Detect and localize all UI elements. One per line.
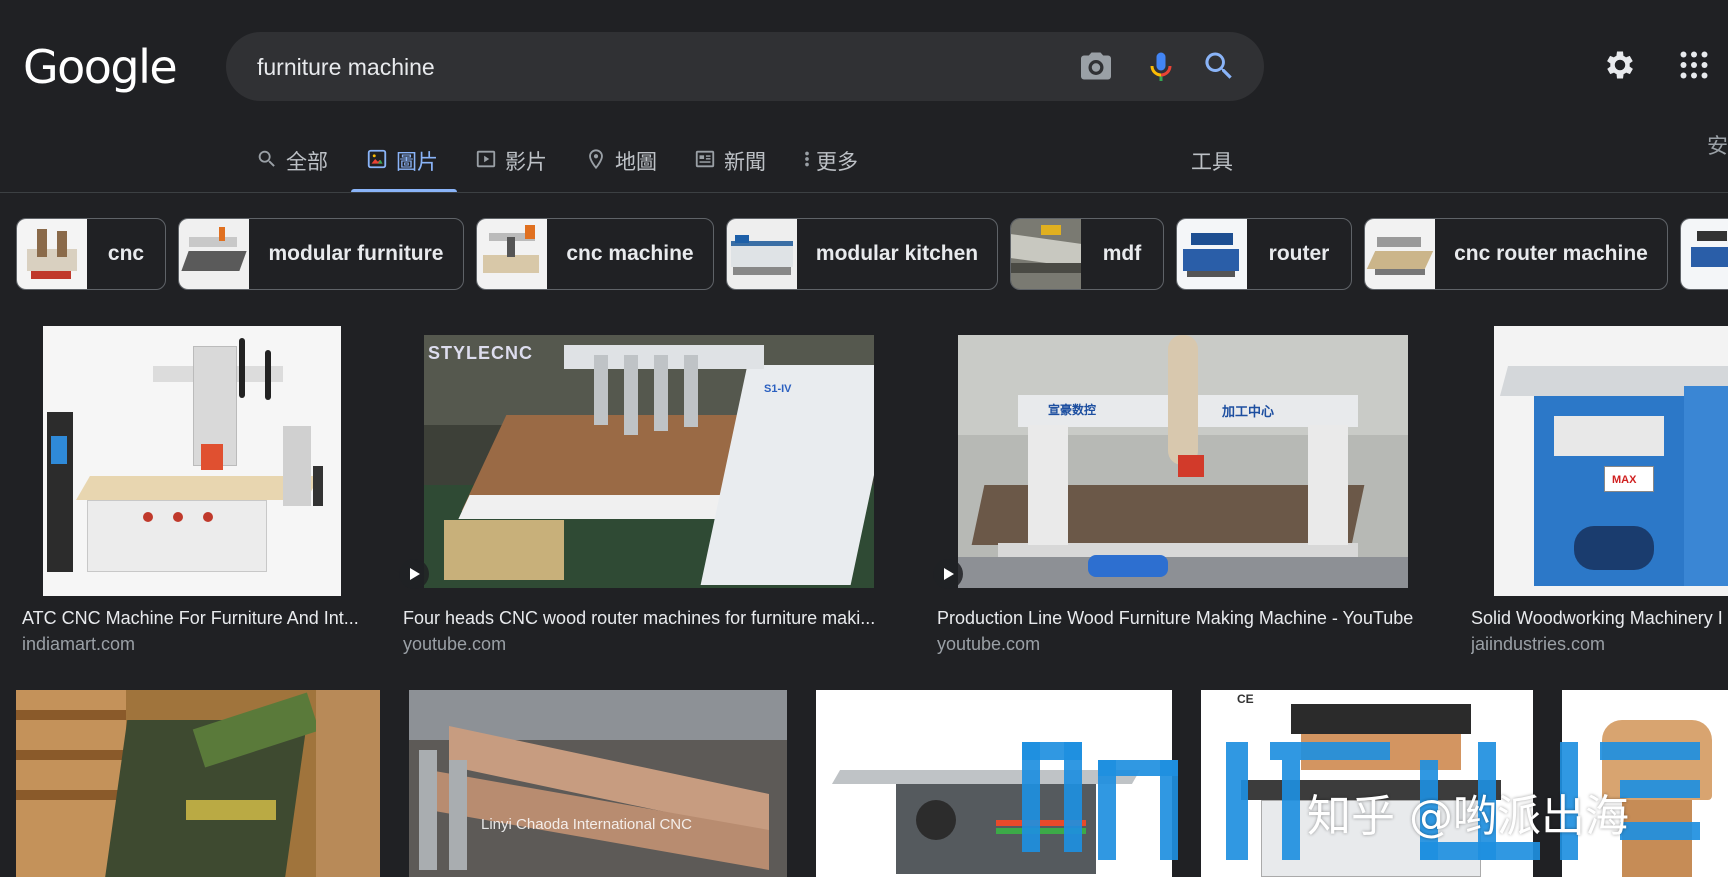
- tab-maps[interactable]: 地圖: [585, 130, 657, 192]
- image-model-text: S1-IV: [764, 383, 792, 395]
- camera-icon[interactable]: [1078, 48, 1114, 84]
- tab-videos[interactable]: 影片: [475, 130, 547, 192]
- result-source[interactable]: youtube.com: [403, 634, 506, 655]
- chip-modular-kitchen[interactable]: modular kitchen: [726, 218, 998, 290]
- tab-label: 地圖: [615, 151, 657, 174]
- chip-cnc-machine[interactable]: cnc machine: [476, 218, 714, 290]
- play-icon: [399, 559, 429, 589]
- chip-thumbnail: [1681, 219, 1728, 289]
- image-sign-text: 宣豪数控: [1048, 403, 1097, 417]
- chip-label: cnc machine: [566, 242, 694, 265]
- chip-label: modular furniture: [268, 242, 444, 265]
- tab-more[interactable]: 更多: [802, 130, 858, 192]
- chip-thumbnail: [1177, 219, 1247, 289]
- result-title[interactable]: Four heads CNC wood router machines for …: [403, 608, 889, 629]
- result-source[interactable]: youtube.com: [937, 634, 1040, 655]
- apps-grid-icon[interactable]: [1676, 47, 1712, 83]
- image-mark-text: CE: [1237, 692, 1254, 706]
- chip-router[interactable]: router: [1176, 218, 1352, 290]
- result-image[interactable]: [43, 326, 341, 596]
- image-result-card[interactable]: STYLECNC S1-IV Four heads CNC wood route…: [399, 326, 903, 666]
- tab-label: 全部: [286, 151, 328, 174]
- chip-label: mdf: [1102, 242, 1142, 265]
- chip-label: modular kitchen: [815, 242, 979, 265]
- chip-cnc[interactable]: cnc: [16, 218, 166, 290]
- image-watermark-text: STYLECNC: [428, 343, 534, 363]
- result-image[interactable]: Linyi Chaoda International CNC: [409, 690, 787, 877]
- chip-label: cnc router machine: [1454, 242, 1648, 265]
- chip-thumbnail: [17, 219, 87, 289]
- watermark-text: 知乎 @哟派出海: [1307, 791, 1629, 842]
- image-result-card[interactable]: Linyi Chaoda International CNC: [409, 690, 787, 877]
- video-icon: [475, 148, 497, 170]
- microphone-icon[interactable]: [1143, 48, 1179, 84]
- image-result-card[interactable]: [816, 690, 1172, 877]
- chip-thumbnail: [1365, 219, 1435, 289]
- settings-icon[interactable]: [1602, 47, 1638, 83]
- tab-all[interactable]: 全部: [256, 130, 328, 192]
- chip-thumbnail: [179, 219, 249, 289]
- image-icon: [366, 148, 388, 170]
- chip-cnc-router-machine[interactable]: cnc router machine: [1364, 218, 1668, 290]
- search-input[interactable]: [257, 52, 1017, 82]
- chip-label: router: [1268, 242, 1330, 265]
- tab-label: 更多: [816, 151, 858, 174]
- image-watermark-text: Linyi Chaoda International CNC: [481, 816, 692, 833]
- chip-thumbnail: [477, 219, 547, 289]
- result-image[interactable]: STYLECNC S1-IV: [424, 335, 874, 588]
- play-icon: [933, 559, 963, 589]
- chip-thumbnail: [727, 219, 797, 289]
- result-title[interactable]: Solid Woodworking Machinery I: [1471, 608, 1728, 629]
- tab-label: 新聞: [724, 151, 766, 174]
- search-tabs: 全部 圖片 影片 地圖 新聞 更多 工具 安: [0, 130, 1728, 193]
- header-divider: [0, 192, 1728, 193]
- search-box[interactable]: [226, 32, 1264, 101]
- chip-partial[interactable]: [1680, 218, 1728, 290]
- tab-news[interactable]: 新聞: [694, 130, 766, 192]
- result-title[interactable]: ATC CNC Machine For Furniture And Int...: [22, 608, 366, 629]
- tab-label: 圖片: [396, 151, 438, 174]
- chip-label: cnc: [107, 242, 145, 265]
- result-image[interactable]: 宣豪数控 加工中心: [958, 335, 1408, 588]
- image-result-card[interactable]: 宣豪数控 加工中心 Production Line Wood Furniture…: [933, 326, 1437, 666]
- chip-modular-furniture[interactable]: modular furniture: [178, 218, 464, 290]
- map-pin-icon: [585, 148, 607, 170]
- result-source[interactable]: indiamart.com: [22, 634, 135, 655]
- tab-images[interactable]: 圖片: [366, 130, 438, 192]
- result-title[interactable]: Production Line Wood Furniture Making Ma…: [937, 608, 1437, 629]
- chip-mdf[interactable]: mdf: [1010, 218, 1164, 290]
- more-vert-icon: [802, 148, 812, 170]
- image-result-card[interactable]: ATC CNC Machine For Furniture And Int...…: [22, 326, 366, 666]
- safe-search-label[interactable]: 安: [1707, 130, 1728, 160]
- image-result-card[interactable]: [16, 690, 380, 877]
- google-logo[interactable]: Google: [23, 40, 178, 94]
- page: { "header": { "logo_text": "Google", "se…: [0, 0, 1728, 877]
- image-sign-text: 加工中心: [1222, 404, 1275, 419]
- news-icon: [694, 148, 716, 170]
- result-image[interactable]: MAX: [1494, 326, 1728, 596]
- search-icon: [256, 148, 278, 170]
- result-source[interactable]: jaiindustries.com: [1471, 634, 1605, 655]
- result-image[interactable]: [816, 690, 1172, 877]
- result-image[interactable]: [16, 690, 380, 877]
- chip-thumbnail: [1011, 219, 1081, 289]
- tools-button[interactable]: 工具: [1191, 146, 1233, 176]
- image-result-card[interactable]: MAX Solid Woodworking Machinery I jaiind…: [1471, 326, 1728, 666]
- tab-label: 影片: [505, 151, 547, 174]
- image-brand-text: MAX: [1612, 474, 1637, 486]
- search-icon[interactable]: [1201, 48, 1237, 84]
